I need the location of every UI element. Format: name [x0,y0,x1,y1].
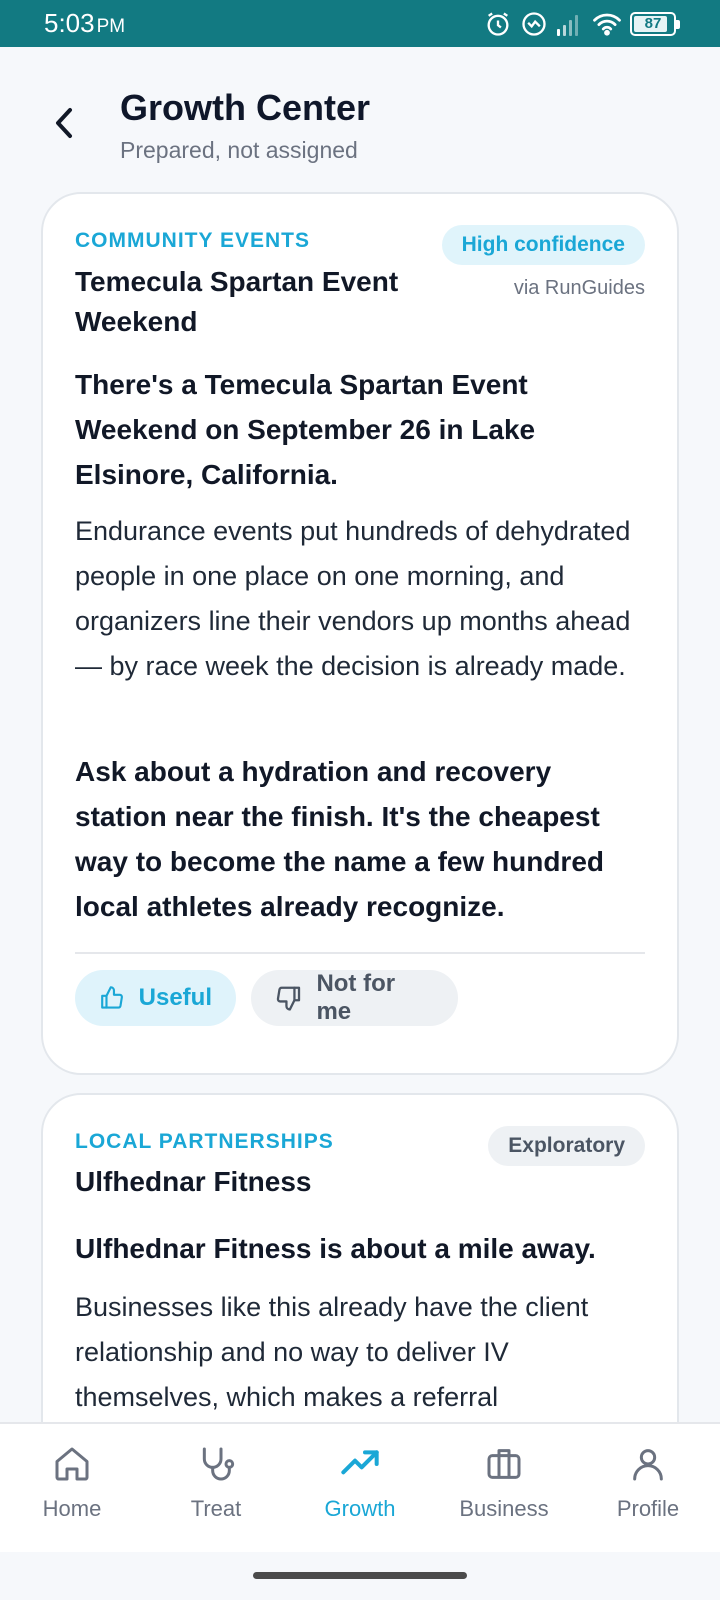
signal-icon [556,11,584,37]
card-headline: There's a Temecula Spartan Event Weekend… [75,369,536,490]
card-action: Ask about a hydration and recovery stati… [75,756,605,922]
confidence-badge: High confidence [441,225,645,265]
card-category: LOCAL PARTNERSHIPS [75,1130,334,1153]
page-title: Growth Center [120,87,371,128]
nav-label: Profile [616,1496,680,1521]
back-button[interactable] [44,103,84,143]
card-source: via RunGuides [513,277,645,299]
thumbs-down-icon [276,986,301,1011]
status-time: 5:03 PM [44,8,126,38]
stethoscope-icon [196,1442,236,1486]
gesture-area [0,1552,720,1600]
battery-icon: 87 [630,12,680,36]
home-gesture-bar[interactable] [253,1572,467,1579]
bottom-nav: Home Treat Growth Business Profile [0,1422,720,1552]
not-for-me-button[interactable]: Not for me [251,970,458,1026]
card-divider [75,952,645,954]
content-scroll[interactable]: COMMUNITY EVENTS High confidence Temecul… [0,192,720,1422]
nav-item-profile[interactable]: Profile [576,1424,720,1554]
nav-item-home[interactable]: Home [0,1424,144,1554]
useful-button[interactable]: Useful [75,970,236,1026]
briefcase-icon [484,1442,524,1486]
status-bar: 5:03 PM 87 [0,0,720,47]
wifi-icon [592,11,622,37]
card-title: Ulfhednar Fitness [75,1166,312,1197]
not-for-me-label: Not for me [316,970,396,1025]
confidence-badge: Exploratory [488,1126,645,1166]
card-body: Businesses like this already have the cl… [75,1292,589,1412]
user-icon [628,1442,668,1486]
status-icons: 87 [484,9,680,39]
page-subtitle: Prepared, not assigned [120,137,358,163]
nav-label: Business [459,1496,549,1521]
opportunity-card: COMMUNITY EVENTS High confidence Temecul… [41,192,679,1075]
card-headline: Ulfhednar Fitness is about a mile away. [75,1233,596,1264]
nav-label: Growth [324,1496,396,1521]
thumbs-up-icon [101,986,123,1009]
opportunity-card: LOCAL PARTNERSHIPS Exploratory Ulfhednar… [41,1093,679,1422]
alarm-icon [484,10,512,38]
nav-item-treat[interactable]: Treat [144,1424,288,1554]
card-body: Endurance events put hundreds of dehydra… [75,516,631,681]
sync-icon [520,10,548,38]
nav-label: Home [42,1496,102,1521]
nav-label: Treat [190,1496,242,1521]
page-header: Growth Center Prepared, not assigned [0,47,720,192]
home-icon [52,1442,92,1486]
trending-up-icon [339,1442,381,1486]
card-title: Temecula Spartan Event Weekend [75,266,399,337]
nav-item-business[interactable]: Business [432,1424,576,1554]
chevron-left-icon [56,108,72,138]
useful-label: Useful [138,984,212,1011]
battery-level: 87 [644,15,662,32]
nav-item-growth[interactable]: Growth [288,1424,432,1554]
card-category: COMMUNITY EVENTS [75,229,310,252]
